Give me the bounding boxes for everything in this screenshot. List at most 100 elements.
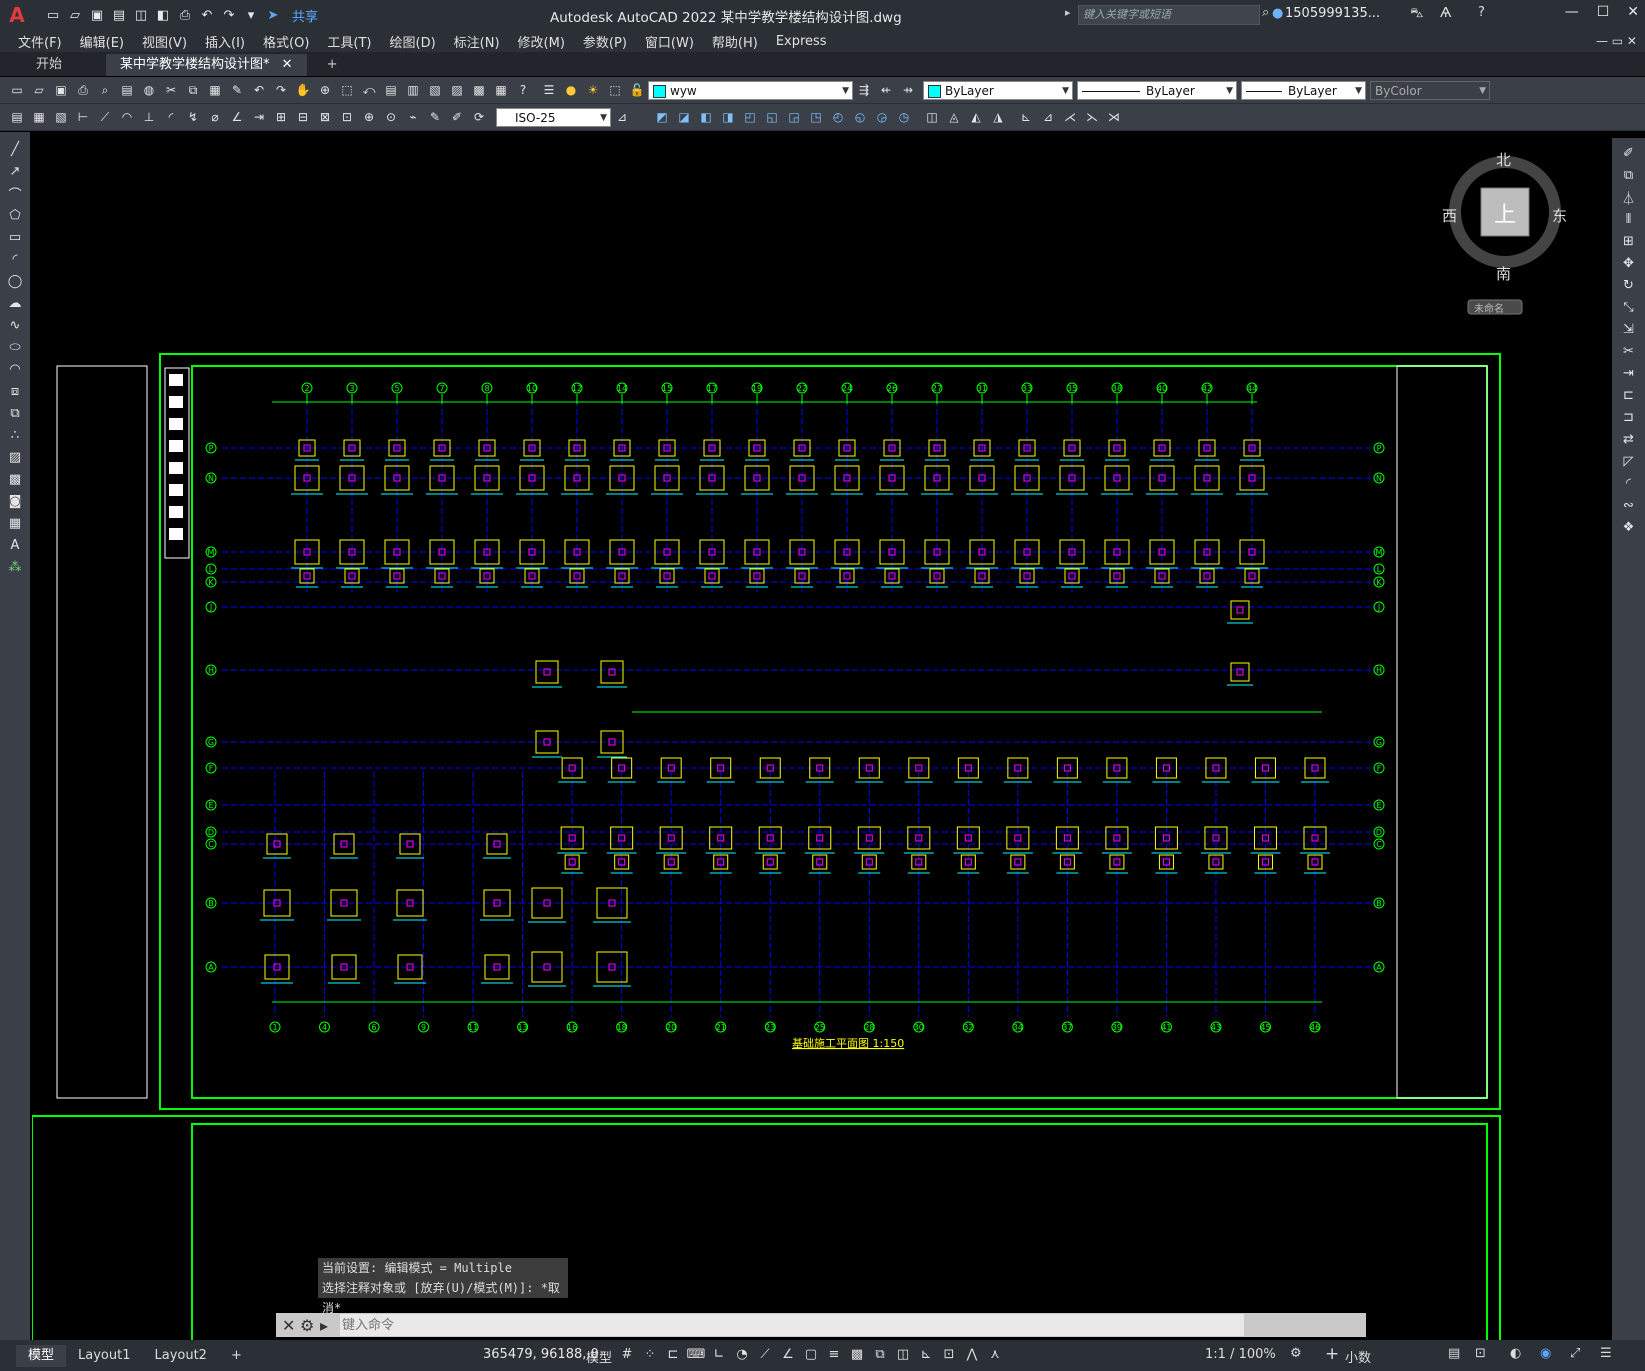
command-input[interactable] — [340, 1314, 1244, 1336]
zoom-realtime-icon[interactable]: ⊕ — [316, 81, 334, 99]
tab-layout1[interactable]: Layout1 — [66, 1345, 142, 1367]
close-command-icon[interactable]: ✕ — [282, 1316, 295, 1335]
menu-window[interactable]: 窗口(W) — [645, 32, 694, 51]
make-current-icon[interactable]: ⇶ — [855, 81, 873, 99]
view-top-icon[interactable]: ◰ — [741, 108, 759, 126]
search-expand-icon[interactable]: ▸ — [1065, 6, 1071, 19]
continue-dim-icon[interactable]: ⊟ — [294, 108, 312, 126]
polar-icon[interactable]: ◔ — [735, 1346, 749, 1362]
make-block-icon[interactable]: ⧉ — [5, 403, 25, 423]
menu-dimension[interactable]: 标注(N) — [454, 32, 500, 51]
help-icon[interactable]: ? — [1478, 5, 1485, 20]
spline-icon[interactable]: ∿ — [5, 315, 25, 335]
new-tab-button[interactable]: + — [313, 54, 352, 76]
dim-text-edit-icon[interactable]: ✐ — [448, 108, 466, 126]
grid-icon[interactable]: # — [620, 1346, 634, 1362]
lineweight-dropdown[interactable]: ByLayer ▼ — [1241, 80, 1366, 100]
autocad-logo[interactable]: A — [4, 2, 30, 28]
layer-states-icon[interactable]: ⇸ — [899, 81, 917, 99]
viewcube[interactable]: 北 南 东 西 上 未命名 — [1440, 145, 1570, 315]
dim-edit-icon[interactable]: ✎ — [426, 108, 444, 126]
linear-dim-icon[interactable]: ⊢ — [74, 108, 92, 126]
graphics-performance-icon[interactable]: ◉ — [1540, 1346, 1551, 1361]
copy-object-icon[interactable]: ⧉ — [1619, 165, 1639, 185]
rotate-icon[interactable]: ↻ — [1619, 275, 1639, 295]
compass-south[interactable]: 南 — [1496, 263, 1511, 284]
view-iso-nw-icon[interactable]: ◵ — [851, 108, 869, 126]
save-as-icon[interactable]: ▤ — [110, 6, 128, 24]
share-button[interactable]: 共享 — [292, 6, 318, 25]
coordinates-readout[interactable]: 365479, 96188, 0 — [483, 1347, 599, 1362]
redo-icon[interactable]: ↷ — [220, 6, 238, 24]
polyline-icon[interactable]: ⌒ — [5, 183, 25, 203]
stretch-icon[interactable]: ⇲ — [1619, 319, 1639, 339]
view-back-icon[interactable]: ◪ — [675, 108, 693, 126]
help-icon[interactable]: ? — [514, 81, 532, 99]
view-iso-ne-icon[interactable]: ◴ — [829, 108, 847, 126]
table-icon[interactable]: ▦ — [5, 513, 25, 533]
menu-draw[interactable]: 绘图(D) — [390, 32, 436, 51]
markup-icon[interactable]: ▩ — [470, 81, 488, 99]
snap-icon[interactable]: ⁘ — [643, 1346, 657, 1362]
tolerance-icon[interactable]: ⊡ — [338, 108, 356, 126]
annotation-monitor-icon[interactable]: + — [1325, 1344, 1339, 1364]
tool-palettes-icon[interactable]: ▧ — [426, 81, 444, 99]
ucs-previous-icon[interactable]: ⋌ — [1061, 108, 1079, 126]
center-mark-icon[interactable]: ⊕ — [360, 108, 378, 126]
view-bottom-icon[interactable]: ◱ — [763, 108, 781, 126]
new-icon[interactable]: ▭ — [8, 81, 26, 99]
aligned-dim-icon[interactable]: ⟋ — [96, 108, 114, 126]
compass-east[interactable]: 东 — [1552, 205, 1567, 226]
tab-close-icon[interactable]: ✕ — [282, 57, 293, 72]
isolate-objects-icon[interactable]: ◐ — [1510, 1346, 1521, 1361]
fillet-icon[interactable]: ◜ — [1619, 473, 1639, 493]
menu-insert[interactable]: 插入(I) — [205, 32, 245, 51]
autodesk-a360-icon[interactable]: Ѧ — [1440, 6, 1451, 21]
menu-express[interactable]: Express — [776, 34, 827, 49]
ucs-icon[interactable]: ⊾ — [1017, 108, 1035, 126]
infer-constraints-icon[interactable]: ⊏ — [666, 1346, 680, 1362]
dim-space-icon[interactable]: ⊠ — [316, 108, 334, 126]
compass-north[interactable]: 北 — [1496, 149, 1511, 170]
layer-properties-icon[interactable]: ☰ — [540, 81, 558, 99]
erase-icon[interactable]: ✐ — [1619, 143, 1639, 163]
revision-cloud-icon[interactable]: ☁ — [5, 293, 25, 313]
arc-icon[interactable]: ◜ — [5, 249, 25, 269]
radius-dim-icon[interactable]: ◜ — [162, 108, 180, 126]
doc-window-controls[interactable]: — ▭ ✕ — [1596, 34, 1637, 48]
jogged-dim-icon[interactable]: ↯ — [184, 108, 202, 126]
view-iso-se-icon[interactable]: ◳ — [807, 108, 825, 126]
lineweight-icon[interactable]: ≡ — [827, 1346, 841, 1362]
dim-update-icon[interactable]: ⟳ — [470, 108, 488, 126]
multiline-text-icon[interactable]: A — [5, 535, 25, 555]
attribute-icon[interactable]: ▧ — [52, 108, 70, 126]
plot-icon[interactable]: ⎙ — [74, 81, 92, 99]
annotation-visibility-icon[interactable]: ⋀ — [965, 1346, 979, 1362]
gradient-icon[interactable]: ▩ — [5, 469, 25, 489]
camera-icon[interactable]: ◶ — [873, 108, 891, 126]
menu-format[interactable]: 格式(O) — [263, 32, 309, 51]
help-search-input[interactable]: 键入关键字或短语 — [1078, 5, 1260, 25]
customize-dropdown-icon[interactable]: ▾ — [242, 6, 260, 24]
viewcube-top-face[interactable]: 上 — [1494, 197, 1516, 229]
units-dropdown[interactable]: 小数 — [1345, 1347, 1371, 1366]
scale-icon[interactable]: ⤡ — [1619, 297, 1639, 317]
offset-icon[interactable]: ⫴ — [1619, 209, 1639, 229]
3d-osnap-icon[interactable]: ◫ — [896, 1346, 910, 1362]
add-layout-button[interactable]: + — [219, 1345, 254, 1367]
menu-view[interactable]: 视图(V) — [142, 32, 187, 51]
jogged-linear-icon[interactable]: ⌁ — [404, 108, 422, 126]
visual-style-hidden-icon[interactable]: ◬ — [945, 108, 963, 126]
ucs-object-icon[interactable]: ⋊ — [1105, 108, 1123, 126]
clean-screen-icon[interactable]: ⤢ — [1570, 1346, 1580, 1361]
redo-icon[interactable]: ↷ — [272, 81, 290, 99]
zoom-window-icon[interactable]: ⬚ — [338, 81, 356, 99]
menu-help[interactable]: 帮助(H) — [712, 32, 758, 51]
hatch-icon[interactable]: ▨ — [5, 447, 25, 467]
plotstyle-dropdown[interactable]: ByColor ▼ — [1370, 80, 1490, 100]
open-icon[interactable]: ▱ — [30, 81, 48, 99]
save-icon[interactable]: ▣ — [88, 6, 106, 24]
model-space-canvas[interactable]: 2 3 5 7 8 10 12 14 15 17 19 22 24 26 27 31 33 35 38 40 42 44 1… — [32, 132, 1610, 1342]
tab-layout2[interactable]: Layout2 — [142, 1345, 218, 1367]
cart-icon[interactable]: ⛍ — [1410, 6, 1423, 23]
